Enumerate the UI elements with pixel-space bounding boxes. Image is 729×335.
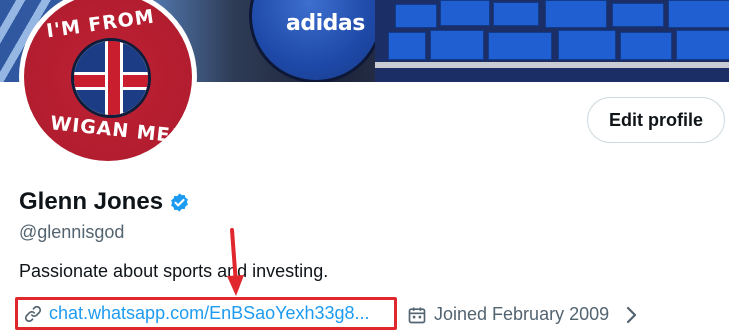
banner-shoebox: [668, 0, 729, 28]
banner-shoebox: [493, 2, 539, 26]
banner-shoebox: [676, 30, 729, 60]
banner-shoebox: [558, 30, 616, 60]
link-icon: [24, 305, 42, 322]
avatar[interactable]: I'M FROM WIGAN ME!: [24, 0, 192, 161]
profile-website-link[interactable]: chat.whatsapp.com/EnBSaoYexh33g8...: [49, 303, 370, 324]
banner-brand-text: adidas: [286, 11, 365, 36]
edit-profile-button[interactable]: Edit profile: [587, 97, 725, 143]
banner-shelf-edge: [375, 62, 729, 68]
banner-shoebox: [430, 30, 484, 60]
banner-shoebox: [440, 0, 490, 26]
banner-shoebox: [488, 32, 552, 60]
verified-badge-icon[interactable]: [169, 192, 190, 213]
avatar-text-top: I'M FROM: [44, 5, 157, 43]
banner-shoebox: [545, 0, 607, 28]
banner-shoebox: [620, 32, 672, 60]
profile-bio: Passionate about sports and investing.: [19, 261, 329, 281]
profile-meta-row: chat.whatsapp.com/EnBSaoYexh33g8... Join…: [15, 297, 729, 332]
chevron-right-icon[interactable]: [625, 305, 639, 325]
display-name: Glenn Jones: [19, 188, 164, 215]
profile-link-highlight: chat.whatsapp.com/EnBSaoYexh33g8...: [15, 297, 397, 330]
joined-date: Joined February 2009: [434, 304, 610, 324]
banner-shoebox: [388, 32, 426, 60]
red-arrow-icon: [227, 228, 244, 296]
banner-shoebox: [395, 4, 437, 28]
union-flag-emblem: [71, 38, 151, 118]
user-handle: @glennisgod: [19, 222, 125, 242]
calendar-icon: [408, 307, 426, 324]
banner-shoebox: [612, 3, 664, 27]
name-row: Glenn Jones: [19, 188, 190, 216]
